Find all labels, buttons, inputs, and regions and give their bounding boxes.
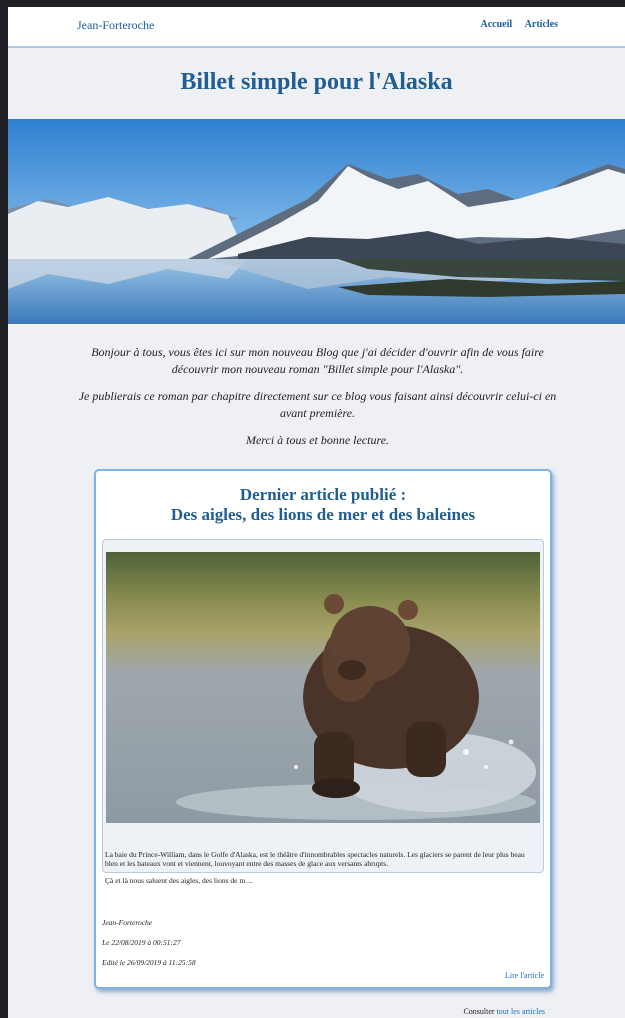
- latest-article-heading: Dernier article publié : Des aigles, des…: [96, 485, 550, 525]
- excerpt-paragraph-1: La baie du Prince-William, dans le Golfe…: [105, 850, 525, 868]
- intro-paragraph-2: Je publierais ce roman par chapitre dire…: [78, 389, 557, 420]
- article-excerpt: La baie du Prince-William, dans le Golfe…: [105, 850, 539, 893]
- consult-all-articles: Consulter tout les articles: [463, 1007, 545, 1016]
- latest-article-label: Dernier article publié :: [239, 485, 407, 504]
- intro-paragraph-1: Bonjour à tous, vous êtes ici sur mon no…: [91, 345, 544, 376]
- article-preview: La baie du Prince-William, dans le Golfe…: [102, 539, 544, 885]
- article-date-published: Le 22/08/2019 à 00:51:27: [102, 938, 181, 947]
- intro-text: Bonjour à tous, vous êtes ici sur mon no…: [76, 344, 559, 459]
- bear-photo: [106, 552, 540, 823]
- article-author: Jean-Forteroche: [102, 918, 153, 927]
- page-title: Billet simple pour l'Alaska: [180, 69, 453, 95]
- navbar: Jean-Forteroche Accueil Articles: [8, 7, 625, 48]
- intro-paragraph-3: Merci à tous et bonne lecture.: [245, 433, 390, 447]
- nav-link-accueil[interactable]: Accueil: [481, 19, 513, 30]
- article-date-edited: Edité le 26/09/2019 à 11:25:58: [102, 958, 196, 967]
- nav-link-articles[interactable]: Articles: [525, 19, 558, 30]
- excerpt-paragraph-2: Çà et là nous saluent des aigles, des li…: [105, 876, 253, 885]
- consult-prefix: Consulter: [463, 1007, 495, 1016]
- latest-article-title: Des aigles, des lions de mer et des bale…: [170, 505, 476, 524]
- hero-banner-image: [8, 119, 625, 324]
- all-articles-link[interactable]: tout les articles: [497, 1007, 545, 1016]
- brand-link[interactable]: Jean-Forteroche: [77, 18, 154, 33]
- nav-links: Accueil Articles: [471, 19, 558, 30]
- page: Jean-Forteroche Accueil Articles Billet …: [8, 7, 625, 1018]
- read-article-link[interactable]: Lire l'article: [505, 971, 544, 980]
- latest-article-card: Dernier article publié : Des aigles, des…: [94, 469, 552, 989]
- article-meta: Jean-Forteroche Le 22/08/2019 à 00:51:27…: [102, 918, 196, 978]
